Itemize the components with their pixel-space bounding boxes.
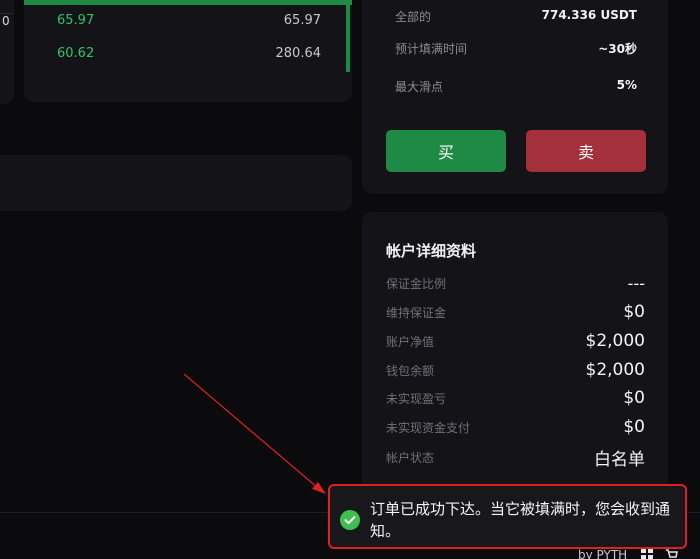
account-label: 未实现盈亏 [386, 391, 447, 406]
trade-value-total: 774.336 USDT [541, 8, 637, 22]
account-row-equity: 账户净值 $2,000 [386, 331, 645, 351]
positions-tab-bar [0, 155, 352, 211]
account-label: 账户净值 [386, 334, 435, 349]
account-details-title: 帐户详细资料 [386, 242, 477, 260]
account-value: --- [627, 274, 645, 293]
account-value: $2,000 [585, 331, 645, 351]
order-success-toast[interactable]: 订单已成功下达。当它被填满时，您会收到通知。 [328, 484, 687, 549]
account-value: $2,000 [585, 360, 645, 380]
trade-value-slippage: 5% [616, 78, 637, 92]
left-stub-value: 0 [2, 14, 10, 28]
account-label: 维持保证金 [386, 305, 447, 320]
orderbook-depth-bar [346, 0, 350, 72]
account-label: 钱包余额 [386, 363, 435, 378]
orderbook-price: 60.62 [57, 46, 95, 61]
check-circle-icon [340, 510, 360, 530]
account-label: 未实现资金支付 [386, 420, 471, 435]
orderbook-price: 65.97 [57, 13, 95, 28]
trade-label-fill-time: 预计填满时间 [395, 42, 468, 56]
account-row-unrealized-pnl: 未实现盈亏 $0 [386, 388, 645, 408]
orderbook-row[interactable]: 65.97 65.97 [57, 13, 321, 28]
orderbook-highlight-bar [24, 0, 352, 5]
buy-button[interactable]: 买 [386, 130, 506, 172]
account-value: $0 [623, 388, 645, 408]
account-row-margin-ratio: 保证金比例 --- [386, 274, 645, 293]
orderbook-size: 280.64 [275, 46, 322, 61]
account-row-wallet-balance: 钱包余额 $2,000 [386, 360, 645, 380]
account-value: $0 [623, 417, 645, 437]
account-row-status: 帐户状态 白名单 [386, 445, 645, 470]
sell-button[interactable]: 卖 [526, 130, 646, 172]
trade-value-fill-time: ~30秒 [598, 42, 637, 56]
orderbook-row[interactable]: 60.62 280.64 [57, 46, 321, 61]
account-label: 帐户状态 [386, 451, 435, 465]
account-label: 保证金比例 [386, 277, 447, 291]
account-row-unrealized-funding: 未实现资金支付 $0 [386, 417, 645, 437]
account-value: $0 [623, 302, 645, 322]
account-details-panel: 帐户详细资料 保证金比例 --- 维持保证金 $0 账户净值 $2,000 钱包… [362, 212, 668, 502]
orderbook-size: 65.97 [283, 13, 321, 28]
left-panel-stub: 0 [0, 0, 14, 104]
account-value: 白名单 [594, 450, 645, 470]
orderbook-panel: 65.97 65.97 60.62 280.64 [24, 0, 352, 102]
trade-label-slippage: 最大滑点 [395, 80, 444, 94]
trade-label-total: 全部的 [395, 10, 432, 24]
footer-brand-text[interactable]: by PYTH [578, 548, 627, 559]
trade-panel: 全部的 774.336 USDT 预计填满时间 ~30秒 最大滑点 5% 买 卖 [362, 0, 668, 194]
account-row-maintenance-margin: 维持保证金 $0 [386, 302, 645, 322]
toast-message: 订单已成功下达。当它被填满时，您会收到通知。 [370, 500, 671, 540]
